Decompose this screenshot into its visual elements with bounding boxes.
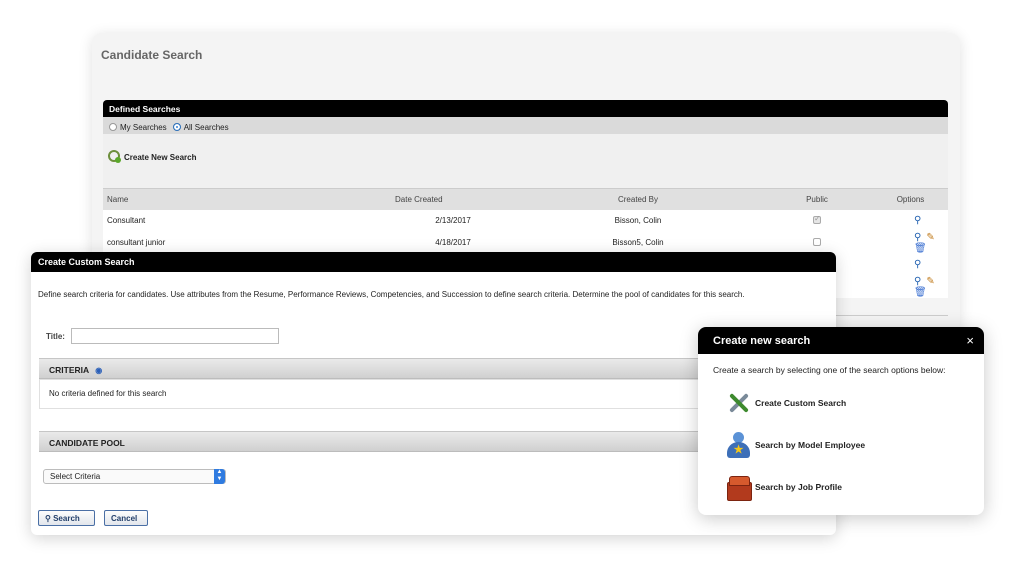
- edit-icon[interactable]: ✎: [926, 276, 934, 287]
- col-options: Options: [869, 188, 948, 210]
- public-checkbox[interactable]: [813, 237, 821, 246]
- col-name[interactable]: Name: [103, 188, 391, 210]
- option-label: Search by Model Employee: [755, 440, 866, 450]
- job-profile-icon: [725, 473, 752, 501]
- criteria-body: No criteria defined for this search: [39, 379, 707, 409]
- tools-icon: [725, 389, 752, 417]
- delete-icon[interactable]: 🗑: [914, 243, 927, 254]
- row-name: Consultant: [103, 209, 391, 232]
- search-icon: ⚲: [45, 514, 54, 523]
- radio-all-searches[interactable]: [172, 123, 181, 131]
- row-options: ⚲ ✎🗑: [869, 275, 948, 298]
- create-new-search-title: Create new search: [713, 335, 811, 347]
- model-employee-icon: [725, 431, 752, 459]
- title-input[interactable]: [70, 328, 279, 344]
- select-criteria-value: Select Criteria: [50, 472, 101, 481]
- create-new-search-description: Create a search by selecting one of the …: [713, 365, 946, 375]
- cancel-button[interactable]: Cancel: [104, 510, 148, 526]
- create-new-search-popup: Create new search × Create a search by s…: [698, 327, 984, 515]
- col-date-created[interactable]: Date Created: [391, 188, 511, 210]
- row-date: 4/18/2017: [391, 231, 511, 254]
- table-row[interactable]: Consultant 2/13/2017 Bisson, Colin ⚲: [103, 209, 948, 232]
- create-custom-search-description: Define search criteria for candidates. U…: [38, 290, 745, 299]
- view-icon[interactable]: ⚲: [914, 259, 921, 270]
- create-new-search-header: Create new search ×: [698, 327, 984, 354]
- defined-searches-header: Defined Searches: [103, 100, 948, 117]
- select-criteria-dropdown[interactable]: Select Criteria ▲ ▼: [43, 469, 226, 484]
- stage: Candidate Search Defined Searches My Sea…: [0, 0, 1024, 575]
- view-icon[interactable]: ⚲: [914, 276, 921, 287]
- search-button-label: Search: [53, 514, 80, 523]
- page-title: Candidate Search: [101, 48, 203, 62]
- title-label: Title:: [46, 331, 65, 341]
- row-date: 2/13/2017: [391, 209, 511, 232]
- col-created-by[interactable]: Created By: [511, 188, 761, 210]
- option-create-custom-search[interactable]: Create Custom Search: [725, 389, 846, 417]
- cancel-button-label: Cancel: [111, 514, 138, 523]
- table-header-row: Name Date Created Created By Public Opti…: [103, 188, 948, 210]
- row-public: [761, 231, 869, 254]
- row-options: ⚲: [869, 209, 948, 232]
- row-options: ⚲ ✎🗑: [869, 231, 948, 254]
- radio-my-searches-label[interactable]: My Searches: [120, 123, 167, 132]
- search-scope-radios: My Searches All Searches: [103, 117, 948, 134]
- row-public: [761, 209, 869, 232]
- public-checkbox: [813, 214, 821, 224]
- option-search-by-model-employee[interactable]: Search by Model Employee: [725, 431, 865, 459]
- search-button[interactable]: ⚲ Search: [38, 510, 95, 526]
- radio-all-searches-label[interactable]: All Searches: [184, 123, 229, 132]
- candidate-pool-label: CANDIDATE POOL: [49, 438, 125, 448]
- option-label: Search by Job Profile: [755, 482, 842, 492]
- option-search-by-job-profile[interactable]: Search by Job Profile: [725, 473, 842, 501]
- delete-icon[interactable]: 🗑: [914, 287, 927, 298]
- criteria-section-bar[interactable]: CRITERIA ◉: [39, 358, 707, 379]
- option-label: Create Custom Search: [755, 398, 847, 408]
- defined-searches-toolbar: Create New Search: [103, 134, 948, 188]
- chevron-updown-icon: ▲ ▼: [214, 469, 225, 484]
- col-public[interactable]: Public: [761, 188, 869, 210]
- create-new-search-label: Create New Search: [124, 152, 197, 162]
- close-icon[interactable]: ×: [966, 333, 974, 348]
- create-new-search-link[interactable]: Create New Search: [107, 150, 196, 164]
- add-search-icon: [107, 150, 121, 164]
- row-options: ⚲: [869, 253, 948, 276]
- table-row[interactable]: consultant junior 4/18/2017 Bisson5, Col…: [103, 231, 948, 254]
- add-criteria-icon[interactable]: ◉: [95, 366, 102, 375]
- edit-icon[interactable]: ✎: [926, 232, 934, 243]
- view-icon[interactable]: ⚲: [914, 232, 921, 243]
- title-row: Title:: [46, 328, 279, 344]
- row-name: consultant junior: [103, 231, 391, 254]
- row-created-by: Bisson, Colin: [511, 209, 761, 232]
- create-custom-search-header: Create Custom Search: [31, 252, 836, 272]
- criteria-label: CRITERIA: [49, 365, 89, 375]
- radio-my-searches[interactable]: [109, 123, 117, 131]
- criteria-empty-text: No criteria defined for this search: [49, 389, 167, 398]
- row-created-by: Bisson5, Colin: [511, 231, 761, 254]
- candidate-pool-section-bar: CANDIDATE POOL: [39, 431, 707, 452]
- view-icon[interactable]: ⚲: [914, 215, 921, 226]
